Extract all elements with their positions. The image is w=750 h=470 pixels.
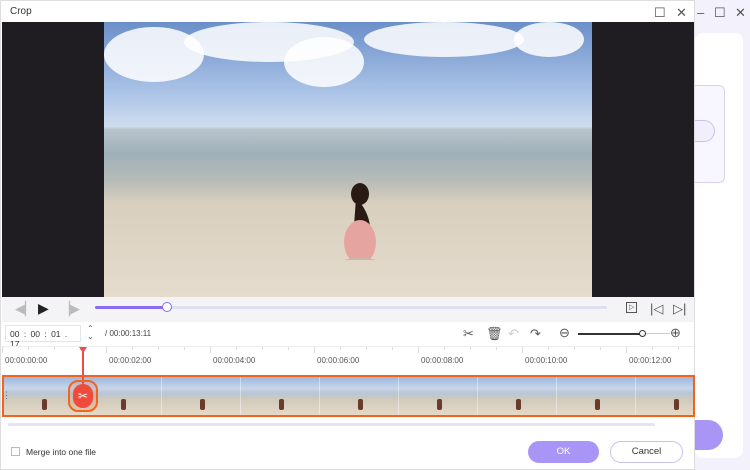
minimize-icon[interactable]: – [697, 5, 704, 20]
ruler-label: 00:00:04:00 [213, 356, 256, 365]
ruler-label: 00:00:00:00 [5, 356, 48, 365]
jump-end-icon[interactable]: ▷| [673, 302, 686, 315]
ruler-tick [210, 347, 211, 353]
seek-progress [95, 306, 167, 309]
split-scissors-icon[interactable]: ✂ [73, 384, 93, 408]
undo-icon[interactable]: ↶ [508, 327, 519, 340]
time-stepper-icon[interactable]: ⌃ ⌄ [87, 325, 94, 341]
ruler-tick [2, 347, 3, 353]
ruler-tick [626, 347, 627, 353]
filmstrip-thumbnail [320, 377, 399, 415]
ruler-tick [54, 347, 55, 350]
ruler-tick [184, 347, 185, 350]
maximize-icon[interactable]: ☐ [654, 5, 666, 21]
ruler-tick [522, 347, 523, 353]
ruler-tick [262, 347, 263, 350]
ruler-tick [132, 347, 133, 350]
filmstrip-thumbnail [478, 377, 557, 415]
video-frame [104, 22, 592, 297]
seek-bar[interactable] [95, 306, 607, 309]
ruler-tick [288, 347, 289, 350]
next-frame-icon[interactable]: ▕▶ [60, 302, 80, 315]
ruler-tick [314, 347, 315, 353]
ruler-tick [106, 347, 107, 353]
person-figure [344, 183, 376, 260]
ruler-tick [678, 347, 679, 350]
ruler-tick [236, 347, 237, 350]
filmstrip-thumbnail [162, 377, 241, 415]
bg-close-icon[interactable]: ✕ [735, 5, 746, 21]
redo-icon[interactable]: ↷ [530, 327, 541, 340]
total-duration: / 00:00:13:11 [105, 329, 152, 338]
zoom-slider-fill [578, 333, 642, 335]
ruler-tick [652, 347, 653, 350]
ruler-tick [470, 347, 471, 350]
filmstrip-thumbnail [399, 377, 478, 415]
filmstrip-thumbnail [557, 377, 636, 415]
ruler-tick [418, 347, 419, 353]
zoom-slider-handle[interactable] [639, 330, 646, 337]
drag-handle-icon[interactable]: ⋮ [2, 390, 11, 401]
scissors-icon[interactable]: ✂ [463, 327, 474, 340]
playback-bar [2, 297, 694, 322]
ruler-label: 00:00:08:00 [421, 356, 464, 365]
ruler-tick [496, 347, 497, 350]
prev-frame-icon[interactable]: ◀▏ [15, 302, 35, 315]
ruler-tick [548, 347, 549, 350]
ruler-tick [392, 347, 393, 350]
ok-button[interactable]: OK [528, 441, 599, 463]
ruler-tick [600, 347, 601, 350]
zoom-out-icon[interactable]: ⊖ [559, 326, 570, 339]
ruler-tick [574, 347, 575, 350]
playhead-marker[interactable] [79, 347, 87, 353]
timeline-filmstrip[interactable] [2, 375, 695, 417]
ruler-label: 00:00:12:00 [629, 356, 672, 365]
timeline-scrollbar[interactable] [8, 423, 655, 426]
merge-checkbox[interactable] [11, 447, 20, 456]
current-time-input[interactable]: 00 : 00 : 01 . 17 [5, 325, 81, 349]
jump-start-icon[interactable]: |◁ [650, 302, 663, 315]
filmstrip-thumbnail [241, 377, 320, 415]
ruler-tick [444, 347, 445, 350]
merge-label: Merge into one file [26, 447, 96, 457]
ruler-label: 00:00:10:00 [525, 356, 568, 365]
play-icon[interactable]: ▶ [38, 301, 49, 315]
filmstrip-thumbnail [636, 377, 693, 415]
bg-maximize-icon[interactable]: ☐ [714, 5, 726, 21]
ruler-tick [158, 347, 159, 350]
ruler-tick [366, 347, 367, 350]
delete-icon[interactable]: 🗑 [486, 327, 503, 340]
close-icon[interactable]: ✕ [676, 5, 687, 21]
preview-icon[interactable]: ▷ [626, 302, 638, 313]
ruler-label: 00:00:06:00 [317, 356, 360, 365]
ruler-tick [28, 347, 29, 350]
seek-handle[interactable] [161, 302, 172, 312]
dialog-title: Crop [10, 6, 32, 17]
zoom-in-icon[interactable]: ⊕ [670, 326, 681, 339]
ruler-label: 00:00:02:00 [109, 356, 152, 365]
cancel-button[interactable]: Cancel [610, 441, 683, 463]
ruler-tick [340, 347, 341, 350]
